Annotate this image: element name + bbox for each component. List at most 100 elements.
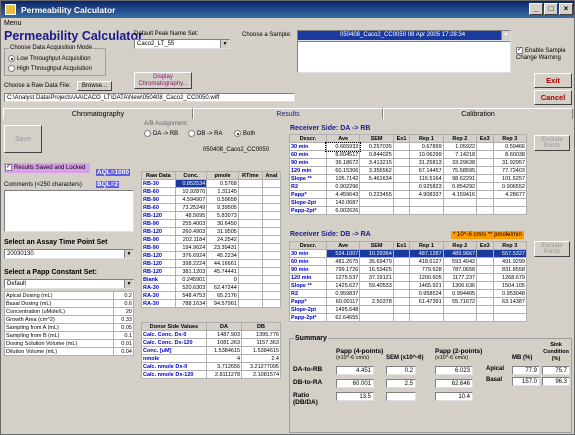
constant-label: Dilution Volume (mL) — [4, 347, 114, 356]
tab-calibration[interactable]: Calibration — [383, 108, 573, 119]
receiver-value-cell: 4.159416 — [442, 190, 478, 199]
receiver-row: 90 min 36.18672 3.413215 31.25813 33.29638 31… — [289, 158, 528, 167]
donor-header-cell: Donor Side Values — [141, 322, 207, 331]
raw-anal-cell — [261, 203, 282, 212]
constant-value: 20 — [112, 307, 135, 316]
sample-list-area[interactable] — [297, 41, 511, 73]
raw-anal-cell — [261, 283, 282, 292]
db-ra-table[interactable]: Descr. Ave SEM Ex1 Rep 1 Rep 2 Ex3 Rep 3 30 min 5… — [289, 241, 528, 322]
comments-field[interactable] — [4, 190, 134, 232]
cancel-button[interactable]: Cancel — [534, 90, 572, 105]
app-icon — [5, 4, 16, 15]
receiver-value-cell — [359, 313, 394, 322]
raw-anal-cell — [261, 267, 282, 276]
raw-pmole-cell: 30.6450 — [206, 219, 239, 228]
donor-da-cell: 1487.903 — [205, 330, 243, 339]
raw-pmole-cell: 24.2542 — [206, 235, 239, 244]
papp-constant-select[interactable]: Default ▼ — [4, 279, 134, 289]
high-throughput-radio[interactable]: High Throughput Acquisition — [8, 65, 92, 72]
receiver-value-cell — [476, 289, 494, 298]
receiver-value-cell — [392, 265, 411, 274]
receiver-value-cell: 489.9667 — [442, 249, 478, 258]
receiver-value-cell: 75.58595 — [442, 166, 478, 175]
assign-da-rb-radio[interactable]: DA -> RB — [144, 130, 178, 137]
sample-change-warning-checkbox[interactable]: ✓ Enable Sample Change Warning — [516, 47, 572, 62]
constant-row: Dilution Volume (mL) 0.04 — [4, 347, 135, 356]
constant-label: Sampling from A (mL) — [4, 323, 114, 332]
receiver-row: Papp* 60.00117 2.50378 61.47391 55.71672 63.1… — [289, 297, 528, 306]
raw-anal-cell — [261, 259, 282, 268]
receiver-value-cell: 0.906552 — [492, 182, 528, 191]
receiver-value-cell — [359, 206, 394, 215]
donor-values-table: Donor Side Values DA DB Calc. Conc. Dx-0 148… — [141, 322, 281, 379]
raw-header-cell: Conc. — [174, 171, 208, 180]
browse-button[interactable]: Browse... — [77, 81, 112, 91]
receiver-value-cell: 787.0658 — [442, 265, 478, 274]
receiver-value-cell — [392, 182, 411, 191]
chevron-down-icon: ▼ — [220, 40, 229, 48]
maximize-icon[interactable]: □ — [544, 3, 558, 15]
da-rb-table[interactable]: Descr. Ave SEM Ex1 Rep 1 Rep 2 Ex3 Rep 3 30 min 0… — [289, 134, 528, 215]
raw-data-table[interactable]: Raw Data Conc. pmole RTime Anal RB-30 0.852534… — [141, 171, 282, 308]
receiver-value-cell: 3.356562 — [359, 166, 394, 175]
assign-db-ra-radio[interactable]: DB -> RA — [188, 130, 223, 137]
raw-header-row: Raw Data Conc. pmole RTime Anal — [141, 171, 282, 180]
raw-rtime-cell — [237, 283, 263, 292]
assay-time-select[interactable]: 20030130 ▼ — [4, 249, 134, 259]
exclude-points-da-button[interactable]: Exclude Points — [534, 135, 570, 151]
menu-item[interactable]: Menu — [4, 20, 22, 27]
constant-row: Sampling from B (mL) 0.1 — [4, 331, 135, 340]
raw-conc-cell: 548.4753 — [174, 291, 208, 300]
donor-row-label: nmole — [141, 354, 207, 363]
receiver-value-cell: 0.844025 — [359, 150, 394, 159]
summary-papp4-value: 13.5 — [336, 392, 374, 401]
receiver-value-cell — [409, 198, 444, 207]
tab-results[interactable]: Results — [193, 108, 383, 119]
sample-name-label: 050408_Caco2_CC0050 — [203, 147, 270, 153]
receiver-row-label: Slope ** — [289, 174, 327, 183]
donor-row-label: Calc. Conc. Dx-120 — [141, 338, 207, 347]
chevron-down-icon: ▼ — [124, 250, 133, 258]
raw-file-path-field[interactable]: C:\Analyst Data\Projects\AA\CACO_LT\DATA… — [4, 93, 295, 102]
low-throughput-radio[interactable]: Low Throughput Acquisition — [8, 55, 91, 62]
exclude-points-db-button[interactable]: Exclude Points — [534, 241, 570, 257]
donor-db-cell: 1157.363 — [241, 338, 281, 347]
raw-anal-cell — [261, 219, 282, 228]
raw-row-label: RA-30 — [141, 299, 176, 308]
raw-file-label: Choose a Raw Data File: — [4, 83, 71, 89]
receiver-header-row: Descr. Ave SEM Ex1 Rep 1 Rep 2 Ex3 Rep 3 — [289, 241, 528, 250]
raw-anal-cell — [261, 275, 282, 284]
app-window: Permeability Calculator _ □ × Menu Perme… — [0, 0, 575, 435]
tab-chromatography[interactable]: Chromatography — [3, 108, 193, 119]
minimize-icon[interactable]: _ — [529, 3, 543, 15]
receiver-value-cell: 0.959837 — [325, 289, 361, 298]
raw-row-label: RA-30 — [141, 283, 176, 292]
receiver-value-cell — [392, 206, 411, 215]
receiver-value-cell: 0.67899 — [409, 142, 444, 151]
raw-conc-cell: 48.5695 — [174, 211, 208, 220]
raw-conc-cell: 260.4903 — [174, 227, 208, 236]
assign-both-radio[interactable]: Both — [234, 130, 255, 137]
peak-name-select[interactable]: Caco2_LT_55 ▼ — [134, 39, 230, 49]
receiver-value-cell: 481.2675 — [325, 257, 361, 266]
results-saved-checkbox[interactable]: ✓ Results Saved and Locked — [4, 163, 90, 173]
summary-sem-value: 0.2 — [386, 366, 416, 375]
close-icon[interactable]: × — [559, 3, 573, 15]
raw-data-row: RA-30 788.1634 94.57961 — [141, 299, 282, 308]
receiver-value-cell: 67.14457 — [409, 166, 444, 175]
raw-rtime-cell — [237, 195, 263, 204]
display-chromatography-button[interactable]: Display Chromatography... — [134, 72, 192, 89]
raw-conc-cell: 10.92870 — [174, 187, 208, 196]
exit-button[interactable]: Exit — [534, 73, 572, 88]
save-button[interactable]: Save — [4, 125, 42, 153]
window-title: Permeability Calculator — [21, 4, 116, 15]
sample-select[interactable]: 050408_Caco2_CC0050 08 Apr 2005 17:28:34… — [297, 30, 511, 41]
raw-conc-cell: 4.594907 — [174, 195, 208, 204]
receiver-value-cell: 2.50378 — [359, 297, 394, 306]
raw-data-row: RB-60 10.92870 1.31145 — [141, 187, 282, 196]
raw-row-label: RB-120 — [141, 267, 176, 276]
raw-row-label: RB-120 — [141, 211, 176, 220]
raw-rtime-cell — [237, 291, 263, 300]
constant-row: Dosing Solution Volume (mL) 0.01 — [4, 339, 135, 348]
mb-row-label: Apical — [486, 366, 505, 372]
